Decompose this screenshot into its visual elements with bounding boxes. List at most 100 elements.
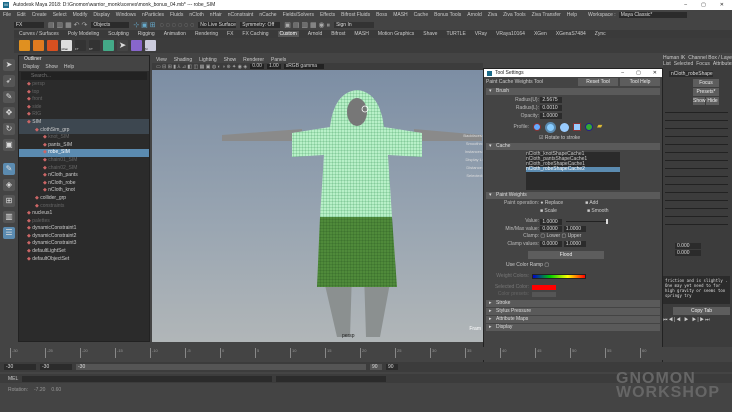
value-field[interactable]: 1.0000	[540, 218, 563, 225]
range-slider-bar[interactable]: -30	[76, 364, 366, 370]
shelf-tab[interactable]: XGenaS7484	[556, 31, 586, 37]
colorspace-dropdown[interactable]: sRGB gamma	[283, 64, 324, 69]
shelf-kt-icon[interactable]: KT	[89, 40, 100, 51]
tool-help-button[interactable]: Tool Help	[620, 78, 660, 86]
clamp-upper-checkbox[interactable]: Upper	[568, 233, 582, 239]
shelf-tab[interactable]: Rendering	[195, 31, 218, 37]
two-view-icon[interactable]: ▥	[3, 211, 15, 223]
mel-input[interactable]	[22, 375, 273, 382]
shelf-tab[interactable]: Zync	[595, 31, 606, 37]
max-value-field[interactable]: 1.0000	[563, 225, 586, 232]
clamp-min-field[interactable]: 0.0000	[540, 240, 563, 247]
time-slider[interactable]: -30 -25 -20 -15 -10 -5 0 5 10 15 20 25 30 35 40 45 50 55 6…	[0, 347, 732, 360]
copy-tab-button[interactable]: Copy Tab	[673, 307, 730, 315]
shelf-tab[interactable]: Rigging	[138, 31, 155, 37]
shelf-tab[interactable]: Bifrost	[331, 31, 345, 37]
maximize-button[interactable]: ▢	[701, 2, 706, 8]
menu-file[interactable]: File	[3, 12, 11, 18]
menu-cache[interactable]: Cache	[414, 12, 428, 18]
menu-nparticles[interactable]: nParticles	[142, 12, 164, 18]
four-view-icon[interactable]: ⊞	[3, 195, 15, 207]
outliner-item[interactable]: ◆ knot_SIM	[19, 134, 149, 142]
presets-button[interactable]: Presets*	[693, 88, 719, 96]
shelf-tab[interactable]: Poly Modeling	[68, 31, 99, 37]
exposure-field[interactable]: 0.00	[250, 64, 264, 69]
outliner-item[interactable]: ◆ dynamicConstraint2	[19, 233, 149, 241]
selection-mode-dropdown[interactable]: Objects	[91, 22, 130, 28]
select-tool-icon[interactable]: ➤	[3, 59, 15, 71]
selected-color-swatch[interactable]	[532, 284, 556, 290]
show-button[interactable]: Show	[693, 97, 706, 105]
menu-windows[interactable]: Windows	[116, 12, 136, 18]
weight-color-ramp[interactable]	[532, 274, 586, 279]
shelf-script-icon[interactable]	[131, 40, 142, 51]
snap-curve-icons[interactable]: ◌ ◌ ◌ ◌ ◌ ◌	[160, 22, 195, 29]
menu-boss[interactable]: Boss	[376, 12, 387, 18]
outliner-item[interactable]: ◆ clothSim_grp	[19, 126, 149, 135]
menu-set-dropdown[interactable]: FX	[14, 22, 44, 28]
section-stylus-pressure[interactable]: Stylus Pressure	[486, 307, 660, 315]
menu-fluids[interactable]: Fluids	[170, 12, 183, 18]
symmetry-dropdown[interactable]: Symmetry: Off	[240, 22, 281, 28]
attribute-sliders[interactable]	[663, 112, 732, 225]
outliner-item[interactable]: ◆ front	[19, 96, 149, 104]
outliner-item[interactable]: ◆ chain02_SIM	[19, 165, 149, 173]
outliner-item[interactable]: ◆ RIG	[19, 111, 149, 119]
menu-bonustools[interactable]: Bonus Tools	[434, 12, 461, 18]
shelf-tab[interactable]: Sculpting	[108, 31, 129, 37]
image-brush-icon[interactable]	[585, 123, 593, 131]
shelf-constraint-icon[interactable]	[33, 40, 44, 51]
outliner-item[interactable]: ◆ nCloth_robe	[19, 180, 149, 188]
section-attribute-maps[interactable]: Attribute Maps	[486, 315, 660, 323]
outliner-item[interactable]: ◆ dynamicConstraint1	[19, 225, 149, 233]
menu-nhair[interactable]: nHair	[210, 12, 222, 18]
folder-icon[interactable]: ▰	[597, 123, 602, 131]
outliner-menu-item[interactable]: Help	[64, 64, 74, 70]
rotate-stroke-checkbox[interactable]: ☑	[539, 135, 543, 141]
menu-nconstraint[interactable]: nConstraint	[228, 12, 254, 18]
shelf-cursor-icon[interactable]: ➤	[117, 40, 128, 51]
focus-button[interactable]: Focus	[693, 79, 719, 87]
shelf-tab[interactable]: Motion Graphics	[378, 31, 414, 37]
outliner-search[interactable]: Search...	[21, 72, 147, 80]
shelf-tab[interactable]: Animation	[164, 31, 186, 37]
menu-effects[interactable]: Effects	[320, 12, 335, 18]
opacity-field[interactable]: 1.0000	[540, 113, 563, 119]
menu-create[interactable]: Create	[32, 12, 47, 18]
outliner-item[interactable]: ◆ nCloth_pants	[19, 172, 149, 180]
brush-section-header[interactable]: Brush	[486, 88, 660, 95]
ae-menu-item[interactable]: Focus	[696, 61, 710, 67]
square-brush-icon[interactable]	[573, 123, 581, 131]
shelf-tab[interactable]: MASH	[354, 31, 368, 37]
menu-zivatransfer[interactable]: Ziva Transfer	[532, 12, 561, 18]
flood-button[interactable]: Flood	[528, 251, 604, 259]
shelf-m-icon[interactable]: M	[145, 40, 156, 51]
snap-icons[interactable]: ⊹ ▣ ⊞	[133, 21, 155, 29]
outliner-item[interactable]: ◆ side	[19, 104, 149, 112]
outliner-item[interactable]: ◆ collider_grp	[19, 195, 149, 203]
gamma-field[interactable]: 1.00	[266, 64, 281, 69]
cache-list[interactable]: nCloth_knotShapeCache1 nCloth_pantsShapeC…	[526, 152, 620, 190]
menu-zivatools[interactable]: Ziva Tools	[503, 12, 525, 18]
ae-menu-item[interactable]: Attributes	[713, 61, 732, 67]
menu-bifrostfluids[interactable]: Bifrost Fluids	[341, 12, 370, 18]
outliner-menu-item[interactable]: Display	[23, 64, 39, 70]
outliner-menu-item[interactable]: Show	[45, 64, 58, 70]
shelf-tab[interactable]: XGen	[534, 31, 547, 37]
hide-button[interactable]: Hide	[706, 97, 719, 105]
scale-tool-icon[interactable]: ▣	[3, 139, 15, 151]
gaussian-brush-icon[interactable]	[533, 123, 541, 131]
viewport-tool-icons[interactable]: ▭ ⊟ ⊞ ▮ ⅄ ⊿ ◧ ◫ ▦ ▣ ◍ ◐ ◑ ⊕ ✦ ◉ ◈	[156, 64, 247, 70]
lasso-tool-icon[interactable]: ➶	[3, 75, 15, 87]
shelf-ft-icon[interactable]: FT	[75, 40, 86, 51]
radius-l-field[interactable]: 0.0010	[540, 105, 563, 111]
end-time-field[interactable]: 90	[386, 364, 398, 370]
value-slider[interactable]	[566, 219, 609, 225]
move-tool-icon[interactable]: ✥	[3, 107, 15, 119]
section-stroke[interactable]: Stroke	[486, 299, 660, 307]
shelf-tab[interactable]: VRaya10164	[496, 31, 525, 37]
attr-field-2[interactable]: 0.000	[675, 250, 701, 256]
soft-brush-icon[interactable]	[545, 121, 556, 133]
start-time-field[interactable]: -30	[4, 364, 36, 370]
menu-select[interactable]: Select	[53, 12, 67, 18]
